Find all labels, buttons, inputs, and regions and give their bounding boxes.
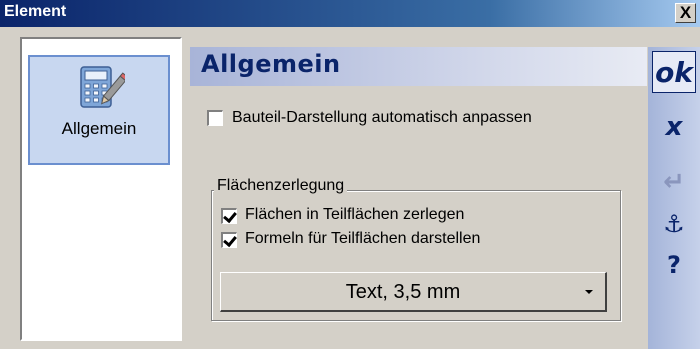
calculator-pencil-icon [80,66,125,108]
help-icon: ? [667,251,681,279]
split-faces-label: Flächen in Teilflächen zerlegen [245,206,465,223]
show-formulas-label: Formeln für Teilflächen darstellen [245,230,481,247]
category-list[interactable]: Allgemein [20,37,182,341]
enter-icon: ↵ [663,167,685,197]
ok-icon: ok [655,55,693,89]
cancel-button[interactable]: x [652,107,696,147]
sidebar-item-allgemein[interactable]: Allgemein [28,55,170,165]
chevron-down-icon [585,290,593,294]
help-button[interactable]: ? [652,245,696,285]
close-icon: X [679,3,692,22]
text-style-value: Text, 3,5 mm [345,281,461,303]
text-style-dropdown[interactable]: Text, 3,5 mm [220,272,607,312]
show-formulas-checkbox[interactable] [221,232,237,248]
anchor-button[interactable]: ⚓ [652,204,696,244]
cancel-icon: x [665,112,683,142]
title-bar: Element X [0,0,700,27]
split-faces-checkbox[interactable] [221,208,237,224]
section-header: Allgemein [190,47,647,86]
window-title: Element [4,3,67,20]
apply-button[interactable]: ↵ [652,162,696,202]
group-legend: Flächenzerlegung [214,177,348,195]
action-toolbar: ok x ↵ ⚓ ? [648,47,700,349]
page-title: Allgemein [201,50,341,78]
sidebar-item-label: Allgemein [61,119,137,138]
auto-adjust-label: Bauteil-Darstellung automatisch anpassen [232,109,532,126]
ok-button[interactable]: ok [652,51,696,93]
anchor-icon: ⚓ [663,210,685,238]
close-button[interactable]: X [675,3,696,23]
auto-adjust-checkbox[interactable] [207,110,223,126]
